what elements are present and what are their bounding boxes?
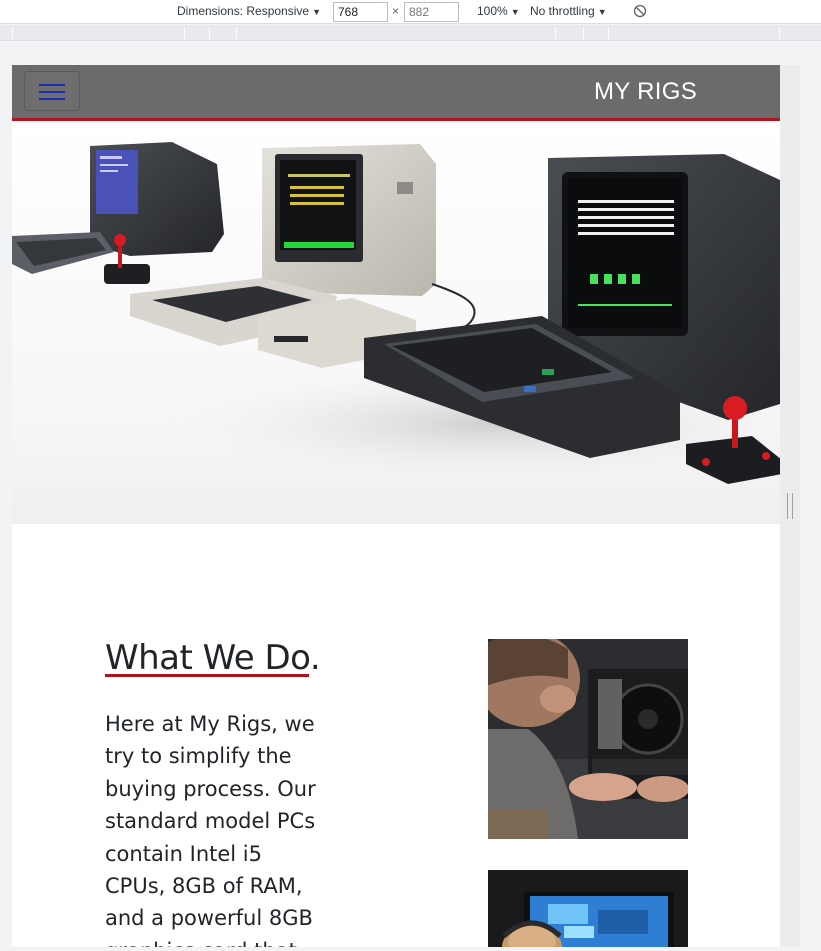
throttling-label: No throttling bbox=[530, 4, 595, 18]
ruler-tick bbox=[555, 27, 556, 39]
ruler-tick bbox=[608, 27, 609, 39]
dimensions-label: Dimensions: Responsive bbox=[177, 4, 310, 18]
zoom-label: 100% bbox=[477, 4, 508, 18]
viewport-resize-handle[interactable] bbox=[787, 493, 793, 519]
rotate-icon[interactable] bbox=[633, 4, 647, 18]
ruler-tick bbox=[779, 27, 780, 39]
zoom-caret-icon: ▼ bbox=[510, 7, 520, 17]
throttling-dropdown[interactable]: No throttling ▼ bbox=[530, 4, 607, 18]
devtools-device-toolbar: Dimensions: Responsive▼ × 100%▼ No throt… bbox=[0, 0, 821, 24]
section-body-text: Here at My Rigs, we try to simplify the … bbox=[105, 712, 316, 947]
dimensions-dropdown[interactable]: Dimensions: Responsive ▼ bbox=[177, 4, 321, 18]
technician-pc-illustration bbox=[488, 639, 688, 839]
ruler-tick bbox=[583, 27, 584, 39]
navbar-toggler-button[interactable] bbox=[24, 71, 80, 111]
zoom-dropdown[interactable]: 100% ▼ bbox=[477, 4, 520, 18]
hamburger-bar bbox=[39, 91, 65, 93]
site-navbar: MY RIGS bbox=[12, 65, 780, 121]
hamburger-bar bbox=[39, 84, 65, 86]
media-query-ruler[interactable] bbox=[0, 25, 821, 41]
ruler-tick bbox=[209, 27, 210, 39]
height-input[interactable] bbox=[404, 2, 459, 22]
ruler-tick bbox=[12, 27, 13, 39]
gaming-photo bbox=[488, 870, 688, 947]
hamburger-bar bbox=[39, 98, 65, 100]
device-viewport: MY RIGS What We Do. Here at My Rigs, we … bbox=[12, 65, 780, 947]
gamer-monitor-illustration bbox=[488, 870, 688, 947]
throttling-caret-icon: ▼ bbox=[597, 7, 607, 17]
ruler-tick bbox=[236, 27, 237, 39]
times-sign: × bbox=[392, 4, 400, 18]
ruler-tick bbox=[184, 27, 185, 39]
brand-link[interactable]: MY RIGS bbox=[594, 78, 697, 106]
hero-image bbox=[12, 124, 780, 524]
width-input[interactable] bbox=[333, 2, 388, 22]
title-underline bbox=[105, 674, 309, 677]
pc-building-photo bbox=[488, 639, 688, 839]
retro-computers-illustration bbox=[12, 142, 780, 484]
section-title: What We Do. bbox=[105, 638, 321, 678]
dimensions-caret-icon: ▼ bbox=[312, 7, 321, 17]
